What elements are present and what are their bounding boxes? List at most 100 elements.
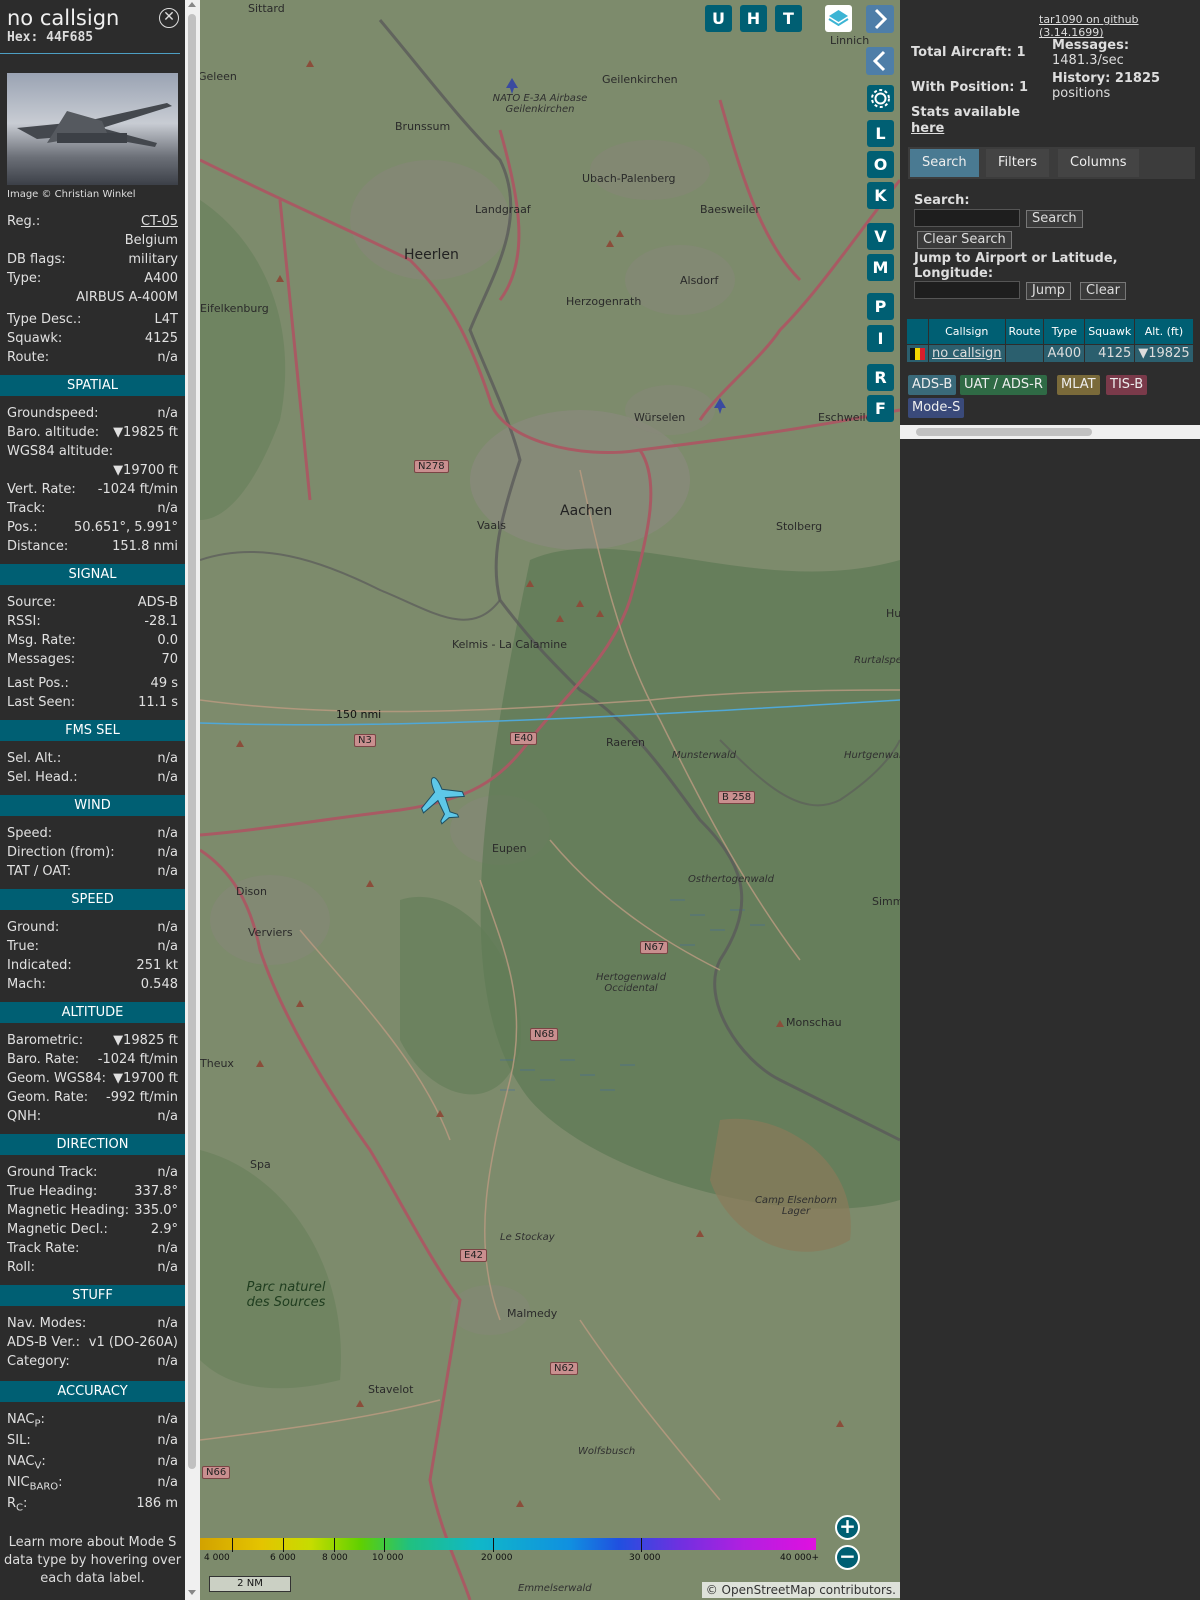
info-row-label[interactable]: Squawk: <box>7 329 62 348</box>
jump-input[interactable] <box>914 281 1020 299</box>
info-row-label[interactable]: Sel. Alt.: <box>7 749 61 768</box>
button-h[interactable]: H <box>740 5 767 32</box>
info-row-label[interactable]: Baro. altitude: <box>7 423 99 442</box>
map-attribution[interactable]: © OpenStreetMap contributors. <box>701 1582 900 1598</box>
info-row-label[interactable]: Geom. WGS84: <box>7 1069 106 1088</box>
layers-icon[interactable] <box>825 5 852 32</box>
source-mlat-badge[interactable]: MLAT <box>1057 375 1100 395</box>
button-l[interactable]: L <box>867 120 894 147</box>
col-callsign[interactable]: Callsign <box>928 318 1006 345</box>
info-row-label[interactable]: Groundspeed: <box>7 404 98 423</box>
source-modes-badge[interactable]: Mode-S <box>908 398 965 418</box>
scroll-thumb[interactable] <box>188 14 196 1469</box>
tab-bar: Search Filters Columns <box>908 147 1195 179</box>
info-row-label[interactable]: Messages: <box>7 650 75 669</box>
stats-link[interactable]: here <box>911 121 944 136</box>
info-row-label[interactable]: ADS-B Ver.: <box>7 1333 80 1352</box>
info-row-label[interactable]: Reg.: <box>7 212 40 231</box>
info-row-label[interactable]: Roll: <box>7 1258 35 1277</box>
map-place-label: Parc naturel des Sources <box>246 1280 326 1310</box>
info-row-label[interactable]: WGS84 altitude: <box>7 442 113 461</box>
info-row-label[interactable]: Track Rate: <box>7 1239 79 1258</box>
search-input[interactable] <box>914 209 1020 227</box>
info-row-label[interactable]: Msg. Rate: <box>7 631 76 650</box>
button-u[interactable]: U <box>705 5 732 32</box>
info-row-label[interactable]: Pos.: <box>7 518 38 537</box>
info-row-label[interactable]: RC: <box>7 1494 27 1518</box>
info-row-label[interactable]: Magnetic Decl.: <box>7 1220 108 1239</box>
search-button[interactable]: Search <box>1026 210 1083 228</box>
button-p[interactable]: P <box>867 293 894 320</box>
map-view[interactable]: Sittard Geleen Brunssum Geilenkirchen NATO E… <box>200 0 900 1600</box>
tab-columns[interactable]: Columns <box>1058 149 1139 177</box>
source-uat-badge[interactable]: UAT / ADS-R <box>960 375 1047 395</box>
tab-search[interactable]: Search <box>910 149 979 177</box>
info-row-label[interactable]: Category: <box>7 1352 70 1371</box>
info-row-label[interactable]: Route: <box>7 348 49 367</box>
info-row-label[interactable]: RSSI: <box>7 612 41 631</box>
button-f[interactable]: F <box>867 395 894 422</box>
info-row-label[interactable]: Sel. Head.: <box>7 768 78 787</box>
col-type[interactable]: Type <box>1043 318 1086 345</box>
source-adsb-badge[interactable]: ADS-B <box>908 375 957 395</box>
button-m[interactable]: M <box>867 254 894 281</box>
info-row-label[interactable]: Barometric: <box>7 1031 83 1050</box>
github-link[interactable]: tar1090 on github (3.14.1699) <box>1039 13 1200 39</box>
col-squawk[interactable]: Squawk <box>1084 318 1136 345</box>
close-icon[interactable]: ✕ <box>159 8 179 28</box>
scroll-down-icon[interactable] <box>188 1590 196 1595</box>
info-row-label[interactable]: Geom. Rate: <box>7 1088 88 1107</box>
info-row-label[interactable]: Magnetic Heading: <box>7 1201 129 1220</box>
info-row-label[interactable]: Type Desc.: <box>7 310 81 329</box>
button-t[interactable]: T <box>775 5 802 32</box>
chevron-left-icon[interactable] <box>866 47 894 75</box>
info-row-label[interactable]: Vert. Rate: <box>7 480 76 499</box>
info-row-label[interactable]: DB flags: <box>7 250 66 269</box>
clear-search-button[interactable]: Clear Search <box>917 231 1012 249</box>
tab-filters[interactable]: Filters <box>986 149 1049 177</box>
info-row-label[interactable]: Ground Track: <box>7 1163 97 1182</box>
info-row-label[interactable]: Nav. Modes: <box>7 1314 86 1333</box>
aircraft-photo[interactable] <box>7 73 178 185</box>
button-o[interactable]: O <box>867 151 894 178</box>
info-row-label[interactable]: Direction (from): <box>7 843 115 862</box>
chevron-right-icon[interactable] <box>866 5 894 33</box>
info-row-label[interactable]: Mach: <box>7 975 46 994</box>
col-flag[interactable] <box>906 318 929 345</box>
table-horizontal-scrollbar[interactable] <box>900 425 1200 439</box>
info-row-label[interactable]: Type: <box>7 269 41 288</box>
row-callsign[interactable]: no callsign <box>928 344 1006 363</box>
col-altitude[interactable]: Alt. (ft) <box>1134 318 1194 345</box>
info-row-value[interactable]: CT-05 <box>141 212 178 231</box>
col-route[interactable]: Route <box>1004 318 1045 345</box>
info-scrollbar[interactable] <box>185 0 200 1600</box>
info-row-label[interactable]: Last Pos.: <box>7 674 69 693</box>
table-row[interactable]: no callsign A400 4125 ▼19825 <box>906 344 1194 363</box>
jump-button[interactable]: Jump <box>1026 282 1071 300</box>
info-row-label[interactable]: Baro. Rate: <box>7 1050 79 1069</box>
info-row-label[interactable]: Distance: <box>7 537 68 556</box>
info-row-label[interactable]: Ground: <box>7 918 59 937</box>
gear-icon[interactable] <box>867 85 894 112</box>
button-k[interactable]: K <box>867 182 894 209</box>
info-row-label[interactable]: True: <box>7 937 39 956</box>
info-row-label[interactable]: True Heading: <box>7 1182 97 1201</box>
info-row-label[interactable]: Track: <box>7 499 45 518</box>
button-r[interactable]: R <box>867 364 894 391</box>
info-row-label[interactable]: QNH: <box>7 1107 41 1126</box>
info-row-label[interactable]: Last Seen: <box>7 693 75 712</box>
source-tisb-badge[interactable]: TIS-B <box>1106 375 1148 395</box>
button-v[interactable]: V <box>867 223 894 250</box>
road-shield: N66 <box>202 1466 231 1479</box>
button-i[interactable]: I <box>867 325 894 352</box>
info-row-label[interactable]: Indicated: <box>7 956 72 975</box>
info-row-label[interactable]: Source: <box>7 593 56 612</box>
info-row-label[interactable]: SIL: <box>7 1431 31 1450</box>
scroll-up-icon[interactable] <box>188 2 196 7</box>
zoom-in-icon[interactable]: + <box>835 1515 860 1540</box>
info-row-label[interactable]: TAT / OAT: <box>7 862 71 881</box>
zoom-out-icon[interactable]: − <box>835 1545 860 1570</box>
clear-button[interactable]: Clear <box>1080 282 1126 300</box>
scroll-thumb[interactable] <box>916 428 1092 436</box>
info-row-label[interactable]: Speed: <box>7 824 52 843</box>
